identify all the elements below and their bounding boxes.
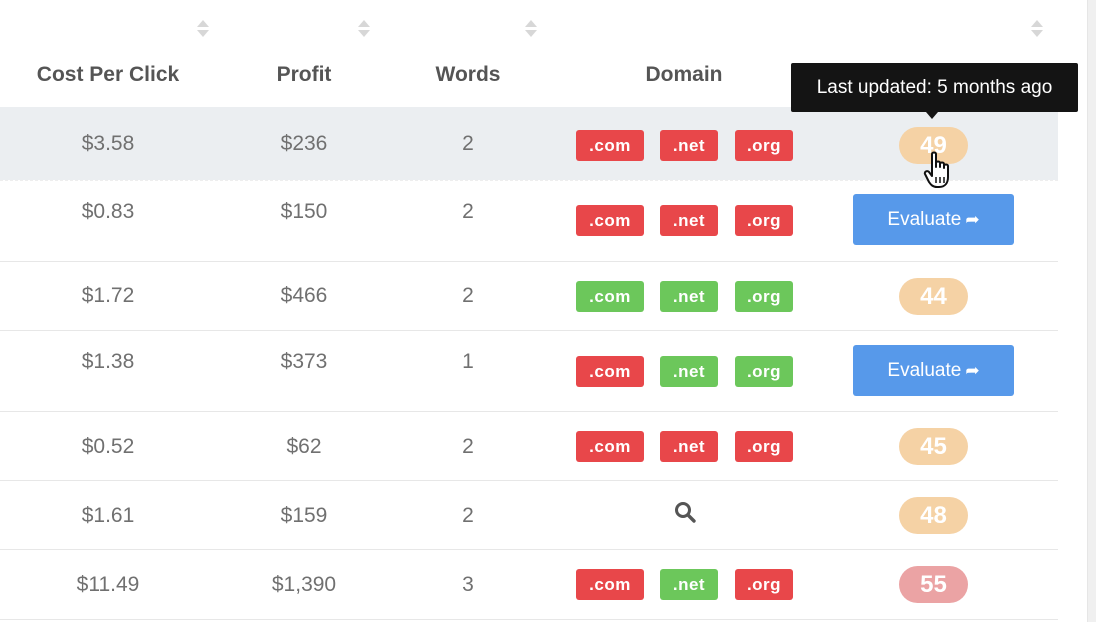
words-value: 2	[462, 284, 474, 307]
domain-tag-org[interactable]: .org	[735, 281, 793, 312]
domain-tag-net[interactable]: .net	[660, 130, 718, 161]
profit-value: $1,390	[271, 573, 337, 596]
share-icon: ➦	[965, 210, 980, 229]
sort-icon[interactable]	[357, 20, 371, 40]
column-header-profit[interactable]: Profit	[214, 52, 394, 98]
words-value: 2	[462, 503, 474, 527]
domain-tag-net[interactable]: .net	[660, 205, 718, 236]
evaluate-button[interactable]: Evaluate ➦	[853, 194, 1014, 245]
difficulty-badge[interactable]: 55	[899, 566, 968, 603]
profit-value: $159	[280, 503, 328, 527]
cost-per-click-value: $1.61	[81, 503, 135, 527]
domain-tag-org[interactable]: .org	[735, 431, 793, 462]
sort-controls	[0, 0, 1058, 50]
words-value: 2	[462, 131, 474, 155]
domain-tag-org[interactable]: .org	[735, 569, 793, 600]
column-header-cost-per-click[interactable]: Cost Per Click	[18, 52, 198, 98]
cost-per-click-value: $3.58	[81, 131, 135, 155]
difficulty-badge[interactable]: 45	[899, 428, 968, 465]
tooltip-arrow	[926, 112, 938, 119]
evaluate-label: Evaluate	[887, 209, 962, 230]
domain-tag-org[interactable]: .org	[735, 356, 793, 387]
sort-icon[interactable]	[196, 20, 210, 40]
difficulty-badge[interactable]: 44	[899, 278, 968, 315]
cost-per-click-value: $1.72	[81, 284, 135, 307]
evaluate-label: Evaluate	[887, 360, 962, 381]
last-updated-tooltip: Last updated: 5 months ago	[791, 63, 1078, 112]
domain-tag-com[interactable]: .com	[576, 205, 644, 236]
domain-tag-org[interactable]: .org	[735, 205, 793, 236]
profit-value: $236	[280, 131, 328, 155]
profit-value: $466	[280, 284, 328, 307]
cost-per-click-value: $11.49	[76, 573, 140, 596]
domain-tag-com[interactable]: .com	[576, 569, 644, 600]
domain-tag-com[interactable]: .com	[576, 281, 644, 312]
cost-per-click-value: $0.52	[81, 434, 135, 458]
hand-pointer-icon	[923, 151, 949, 188]
domain-tag-com[interactable]: .com	[576, 130, 644, 161]
domain-tag-net[interactable]: .net	[660, 569, 718, 600]
words-value: 2	[462, 434, 474, 458]
search-icon[interactable]	[673, 500, 697, 524]
sort-icon[interactable]	[524, 20, 538, 40]
domain-tag-com[interactable]: .com	[576, 431, 644, 462]
domain-tag-org[interactable]: .org	[735, 130, 793, 161]
domain-tag-net[interactable]: .net	[660, 281, 718, 312]
table-row-divider	[0, 619, 1058, 623]
domain-tag-net[interactable]: .net	[660, 356, 718, 387]
profit-value: $62	[286, 434, 322, 458]
column-header-domain[interactable]: Domain	[564, 52, 804, 98]
column-header-words[interactable]: Words	[378, 52, 558, 98]
sort-icon[interactable]	[1030, 20, 1044, 40]
evaluate-button[interactable]: Evaluate ➦	[853, 345, 1014, 396]
words-value: 3	[462, 573, 474, 596]
share-icon: ➦	[965, 361, 980, 380]
scrollbar-track[interactable]	[1087, 0, 1096, 622]
domain-tag-net[interactable]: .net	[660, 431, 718, 462]
difficulty-badge[interactable]: 48	[899, 497, 968, 534]
domain-tag-com[interactable]: .com	[576, 356, 644, 387]
